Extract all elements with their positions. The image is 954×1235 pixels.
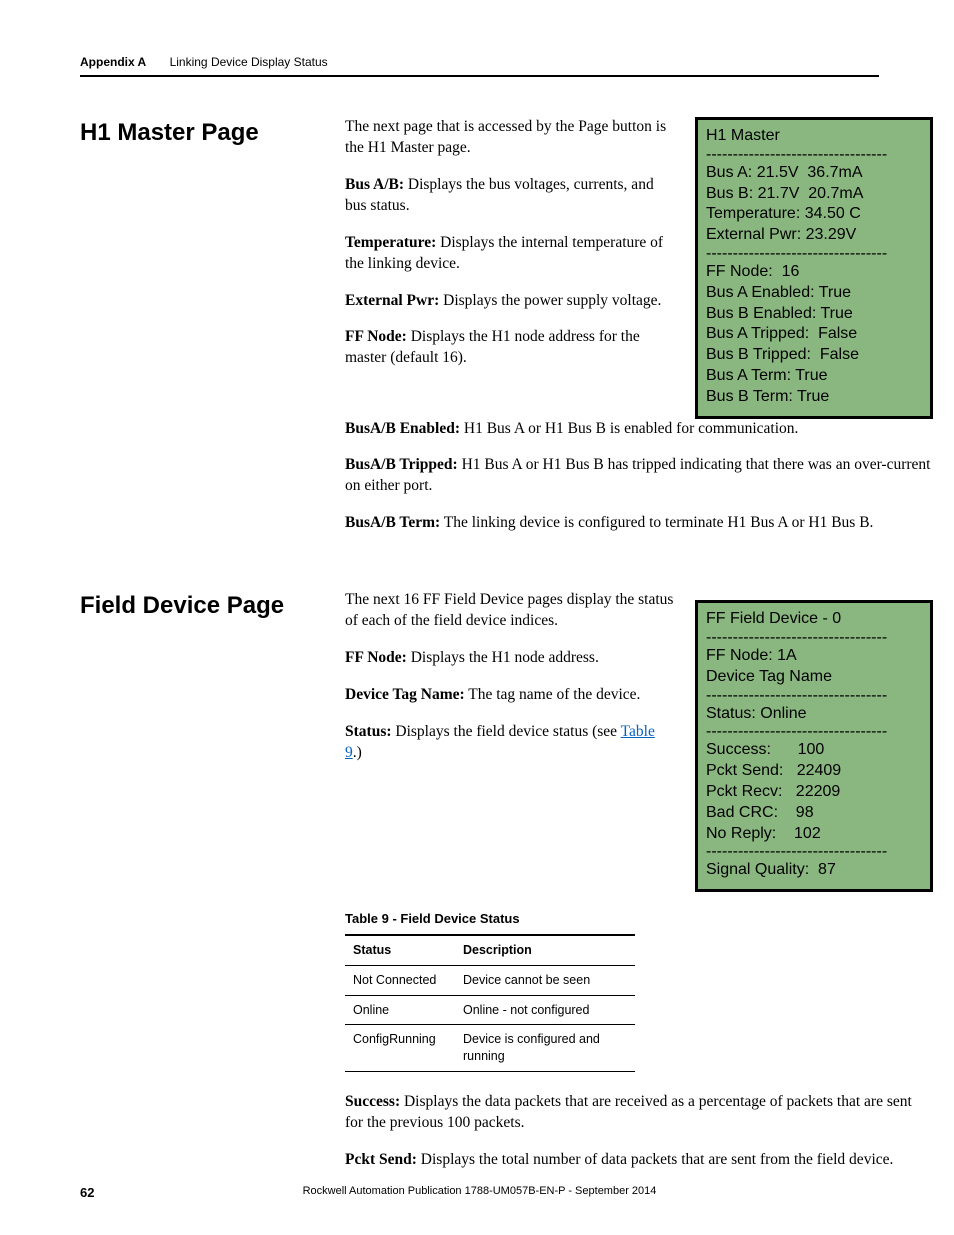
busenabled-label: BusA/B Enabled: <box>345 420 460 437</box>
p2-success: Success: Displays the data packets that … <box>345 1092 933 1134</box>
publication-info: Rockwell Automation Publication 1788-UM0… <box>80 1185 879 1197</box>
table-caption: Table 9 - Field Device Status <box>345 910 933 928</box>
p2-tagname: Device Tag Name: The tag name of the dev… <box>345 685 675 706</box>
lcd2-pckt-recv: Pckt Recv: 22209 <box>706 782 922 803</box>
table-row: Online Online - not configured <box>345 995 635 1025</box>
lcd1-sep1: ---------------------------------- <box>706 147 922 163</box>
cell-status: Online <box>345 995 455 1025</box>
ffnode2-text: Displays the H1 node address. <box>407 649 599 666</box>
lcd1-bus-b-enabled: Bus B Enabled: True <box>706 304 922 325</box>
lcd1-bus-b-term: Bus B Term: True <box>706 387 922 408</box>
lcd1-bus-b: Bus B: 21.7V 20.7mA <box>706 184 922 205</box>
cell-status: Not Connected <box>345 965 455 995</box>
lcd1-bus-a: Bus A: 21.5V 36.7mA <box>706 163 922 184</box>
p-extpwr: External Pwr: Displays the power supply … <box>345 291 675 312</box>
status-label: Status: <box>345 723 392 740</box>
p-temperature: Temperature: Displays the internal tempe… <box>345 233 675 275</box>
p2-intro: The next 16 FF Field Device pages displa… <box>345 590 675 632</box>
table-row: ConfigRunning Device is configured and r… <box>345 1025 635 1072</box>
busab-label: Bus A/B: <box>345 176 404 193</box>
th-status: Status <box>345 935 455 965</box>
bustripped-label: BusA/B Tripped: <box>345 456 458 473</box>
status-text-after: .) <box>353 744 362 761</box>
header-title: Linking Device Display Status <box>170 55 328 69</box>
lcd1-bus-b-tripped: Bus B Tripped: False <box>706 345 922 366</box>
busenabled-text: H1 Bus A or H1 Bus B is enabled for comm… <box>460 420 798 437</box>
lcd2-ffnode: FF Node: 1A <box>706 646 922 667</box>
temp-label: Temperature: <box>345 234 436 251</box>
lcd1-bus-a-term: Bus A Term: True <box>706 366 922 387</box>
lcd2-bad-crc: Bad CRC: 98 <box>706 803 922 824</box>
ffnode-label: FF Node: <box>345 328 407 345</box>
lcd2-no-reply: No Reply: 102 <box>706 824 922 845</box>
busterm-text: The linking device is configured to term… <box>440 514 873 531</box>
page: Appendix A Linking Device Display Status… <box>0 0 954 1235</box>
cell-desc: Device is configured and running <box>455 1025 635 1072</box>
p2-pktsend: Pckt Send: Displays the total number of … <box>345 1150 933 1171</box>
ffnode2-label: FF Node: <box>345 649 407 666</box>
lcd2-sep2: ---------------------------------- <box>706 688 922 704</box>
lcd1-extpwr: External Pwr: 23.29V <box>706 225 922 246</box>
p-ffnode: FF Node: Displays the H1 node address fo… <box>345 327 675 369</box>
cell-status: ConfigRunning <box>345 1025 455 1072</box>
p-busenabled: BusA/B Enabled: H1 Bus A or H1 Bus B is … <box>345 419 933 440</box>
success-text: Displays the data packets that are recei… <box>345 1093 912 1131</box>
cell-desc: Online - not configured <box>455 995 635 1025</box>
tagname-label: Device Tag Name: <box>345 686 465 703</box>
lcd-field-device: FF Field Device - 0 --------------------… <box>695 600 933 892</box>
lcd1-bus-a-enabled: Bus A Enabled: True <box>706 283 922 304</box>
lcd2-success: Success: 100 <box>706 740 922 761</box>
lcd1-ffnode: FF Node: 16 <box>706 262 922 283</box>
lcd2-pckt-send: Pckt Send: 22409 <box>706 761 922 782</box>
p-busterm: BusA/B Term: The linking device is confi… <box>345 513 933 534</box>
extpwr-label: External Pwr: <box>345 292 439 309</box>
header-rule <box>80 75 879 77</box>
field-device-heading: Field Device Page <box>80 590 345 621</box>
lcd1-sep2: ---------------------------------- <box>706 246 922 262</box>
table-row: Not Connected Device cannot be seen <box>345 965 635 995</box>
status-text-before: Displays the field device status (see <box>392 723 621 740</box>
page-footer: 62 Rockwell Automation Publication 1788-… <box>80 1185 879 1200</box>
lcd1-bus-a-tripped: Bus A Tripped: False <box>706 324 922 345</box>
lcd-h1-master: H1 Master ------------------------------… <box>695 117 933 419</box>
pktsend-label: Pckt Send: <box>345 1151 417 1168</box>
tagname-text: The tag name of the device. <box>465 686 641 703</box>
th-description: Description <box>455 935 635 965</box>
lcd1-temperature: Temperature: 34.50 C <box>706 204 922 225</box>
lcd2-sep3: ---------------------------------- <box>706 724 922 740</box>
lcd2-device-tag: Device Tag Name <box>706 667 922 688</box>
section-h1-master: H1 Master Page The next page that is acc… <box>80 117 879 550</box>
cell-desc: Device cannot be seen <box>455 965 635 995</box>
lcd2-sig-quality: Signal Quality: 87 <box>706 860 922 881</box>
lcd2-sep1: ---------------------------------- <box>706 630 922 646</box>
lcd2-status: Status: Online <box>706 704 922 725</box>
p-intro: The next page that is accessed by the Pa… <box>345 117 675 159</box>
success-label: Success: <box>345 1093 400 1110</box>
pktsend-text: Displays the total number of data packet… <box>417 1151 893 1168</box>
h1-master-heading: H1 Master Page <box>80 117 345 148</box>
status-table: Status Description Not Connected Device … <box>345 934 635 1072</box>
p-bustripped: BusA/B Tripped: H1 Bus A or H1 Bus B has… <box>345 455 933 497</box>
busterm-label: BusA/B Term: <box>345 514 440 531</box>
p2-ffnode: FF Node: Displays the H1 node address. <box>345 648 675 669</box>
section-field-device: Field Device Page The next 16 FF Field D… <box>80 590 879 1187</box>
lcd2-title: FF Field Device - 0 <box>706 609 922 630</box>
appendix-label: Appendix A <box>80 55 146 69</box>
lcd2-sep4: ---------------------------------- <box>706 844 922 860</box>
p-busab: Bus A/B: Displays the bus voltages, curr… <box>345 175 675 217</box>
lcd1-title: H1 Master <box>706 126 922 147</box>
p2-status: Status: Displays the field device status… <box>345 722 675 764</box>
running-header: Appendix A Linking Device Display Status <box>80 55 879 69</box>
table-header-row: Status Description <box>345 935 635 965</box>
extpwr-text: Displays the power supply voltage. <box>439 292 661 309</box>
